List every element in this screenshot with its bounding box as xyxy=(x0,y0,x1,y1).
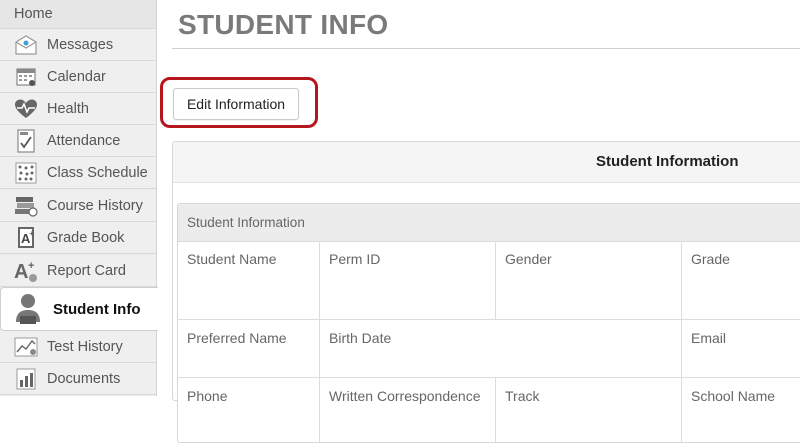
sidebar-item-label: Grade Book xyxy=(47,229,125,246)
field-label-student-name: Student Name xyxy=(178,241,320,320)
course-history-icon xyxy=(14,194,38,218)
svg-text:+: + xyxy=(29,229,34,238)
sidebar-item-course-history[interactable]: Course History xyxy=(0,190,156,222)
sidebar-item-student-info[interactable]: Student Info xyxy=(0,287,158,331)
sidebar-item-label: Test History xyxy=(47,338,123,355)
panel-header: Student Information xyxy=(173,142,800,183)
calendar-icon xyxy=(14,65,38,89)
report-card-icon: A + xyxy=(14,259,38,283)
documents-icon xyxy=(14,367,38,391)
sidebar-item-calendar[interactable]: Calendar xyxy=(0,61,156,93)
sidebar-item-label: Documents xyxy=(47,370,121,387)
attendance-icon xyxy=(14,128,38,153)
sidebar-item-label: Attendance xyxy=(47,132,121,149)
svg-text:+: + xyxy=(28,260,34,272)
field-label-track: Track xyxy=(496,378,682,442)
field-label-perm-id: Perm ID xyxy=(320,241,496,320)
class-schedule-icon xyxy=(14,161,38,185)
sidebar-item-label: Student Info xyxy=(53,300,141,318)
sidebar-nav: Home Messages Calendar Health Attendance… xyxy=(0,0,158,396)
sidebar-item-test-history[interactable]: Test History xyxy=(0,331,156,363)
sidebar-item-attendance[interactable]: Attendance xyxy=(0,125,156,157)
title-divider xyxy=(172,48,800,49)
student-information-panel: Student Information Student Information … xyxy=(172,141,800,443)
messages-icon xyxy=(14,33,38,57)
student-information-section: Student Information Student Name Perm ID… xyxy=(177,203,800,443)
field-label-email: Email xyxy=(682,320,800,378)
sidebar-item-grade-book[interactable]: A + Grade Book xyxy=(0,222,156,254)
test-history-icon xyxy=(14,335,38,359)
sidebar-item-class-schedule[interactable]: Class Schedule xyxy=(0,157,156,189)
sidebar-item-label: Class Schedule xyxy=(47,164,148,181)
svg-text:A: A xyxy=(14,261,28,283)
field-label-gender: Gender xyxy=(496,241,682,320)
sidebar-item-label: Calendar xyxy=(47,68,106,85)
sidebar-item-label: Home xyxy=(14,6,53,22)
page-title: STUDENT INFO xyxy=(178,9,389,40)
sidebar-item-label: Messages xyxy=(47,36,114,53)
sidebar-item-label: Report Card xyxy=(47,262,126,279)
sidebar-item-health[interactable]: Health xyxy=(0,93,156,125)
health-icon xyxy=(14,97,38,121)
section-header: Student Information xyxy=(178,204,800,242)
field-label-birth-date: Birth Date xyxy=(320,320,682,378)
field-label-preferred-name: Preferred Name xyxy=(178,320,320,378)
field-label-phone: Phone xyxy=(178,378,320,442)
student-info-icon xyxy=(13,292,43,326)
sidebar-item-label: Health xyxy=(47,100,89,117)
sidebar-item-documents[interactable]: Documents xyxy=(0,363,156,395)
field-label-school-name: School Name xyxy=(682,378,800,442)
sidebar-item-report-card[interactable]: A + Report Card xyxy=(0,255,156,287)
field-label-grade: Grade xyxy=(682,241,800,320)
section-title: Student Information xyxy=(187,215,305,230)
sidebar-item-label: Course History xyxy=(47,197,143,214)
field-label-written-correspondence: Written Correspondence xyxy=(320,378,496,442)
sidebar-item-home[interactable]: Home xyxy=(0,0,156,29)
edit-information-button[interactable]: Edit Information xyxy=(173,88,299,120)
grade-book-icon: A + xyxy=(14,226,38,250)
sidebar-item-messages[interactable]: Messages xyxy=(0,29,156,61)
panel-title: Student Information xyxy=(596,153,739,170)
